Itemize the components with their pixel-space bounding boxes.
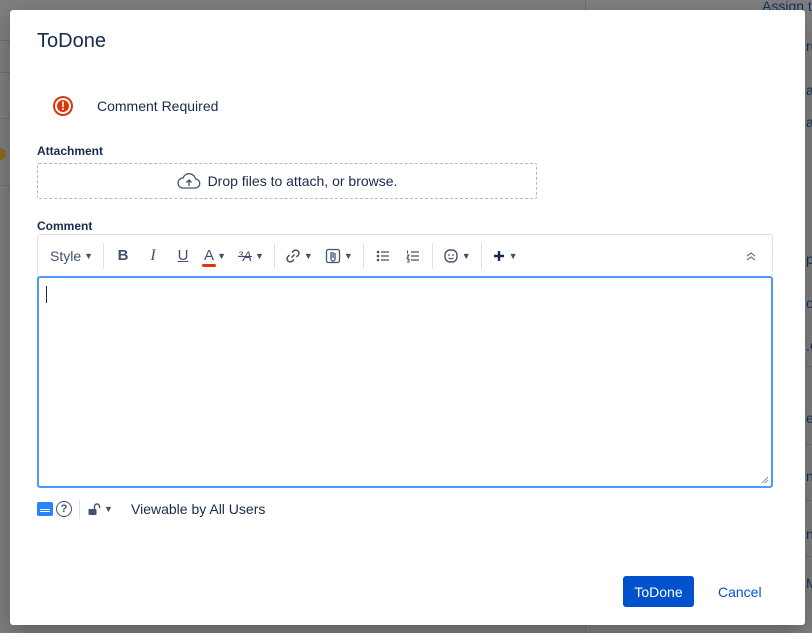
background-link: M — [806, 575, 812, 591]
comment-textarea[interactable] — [37, 276, 773, 488]
background-link: n — [806, 468, 812, 484]
transition-dialog: ToDone ! Comment Required Attachment Dro… — [10, 10, 805, 625]
background-link: o — [806, 295, 812, 311]
background-link: .C — [806, 338, 812, 354]
unlock-icon — [88, 503, 101, 515]
chevron-down-icon: ▼ — [343, 250, 353, 261]
background-link: a — [806, 82, 812, 98]
paperclip-icon — [325, 248, 340, 263]
style-dropdown[interactable]: Style ▼ — [46, 242, 97, 270]
editor-toolbar: Style ▼ B I U A ▼ ³A ▼ ▼ ▼ ▼ ▼ — [37, 234, 773, 276]
background-divider — [0, 40, 10, 41]
wiki-markup-icon — [37, 502, 53, 516]
dialog-title: ToDone — [37, 30, 106, 52]
todone-submit-button[interactable]: ToDone — [623, 576, 694, 607]
toolbar-separator — [362, 242, 364, 269]
toolbar-separator — [431, 242, 433, 269]
collapse-toolbar-button[interactable] — [738, 242, 764, 270]
double-chevron-up-icon — [746, 251, 756, 260]
background-divider — [806, 444, 812, 445]
error-icon: ! — [53, 96, 73, 116]
toolbar-separator — [480, 242, 482, 269]
background-divider — [0, 185, 10, 186]
text-color-icon: A — [202, 247, 217, 267]
emoji-icon — [444, 248, 458, 263]
bullet-list-button[interactable] — [370, 242, 396, 270]
background-link: p — [806, 251, 812, 267]
numbered-list-button[interactable] — [400, 242, 426, 270]
error-message: ! Comment Required — [53, 96, 218, 116]
text-effects-button[interactable]: ³A ▼ — [234, 242, 268, 270]
toolbar-separator — [273, 242, 275, 269]
chevron-down-icon: ▼ — [84, 250, 94, 261]
attachment-dropzone[interactable]: Drop files to attach, or browse. — [37, 163, 537, 199]
chevron-down-icon: ▼ — [508, 250, 518, 261]
bullet-list-icon — [376, 250, 389, 261]
italic-button[interactable]: I — [140, 242, 166, 270]
chevron-down-icon: ▼ — [217, 250, 226, 261]
comment-label: Comment — [37, 219, 93, 233]
footer-separator — [79, 499, 80, 519]
visibility-label: Viewable by All Users — [131, 501, 266, 517]
background-link: n — [806, 526, 812, 542]
background-link: ru — [806, 38, 812, 54]
attachment-label: Attachment — [37, 144, 104, 158]
emoji-button[interactable]: ▼ — [439, 242, 475, 270]
text-effects-icon: ³A — [237, 247, 252, 264]
comment-footer: ? ▼ Viewable by All Users — [37, 499, 265, 519]
background-divider — [0, 72, 10, 73]
resize-handle-icon[interactable] — [761, 476, 769, 484]
background-link: a — [806, 114, 812, 130]
background-link: e — [806, 410, 812, 426]
error-message-text: Comment Required — [97, 98, 219, 114]
help-button[interactable]: ? — [56, 501, 72, 517]
cancel-button[interactable]: Cancel — [708, 576, 772, 607]
chevron-down-icon: ▼ — [303, 250, 313, 261]
attachment-button[interactable]: ▼ — [321, 242, 357, 270]
comment-editor: Style ▼ B I U A ▼ ³A ▼ ▼ ▼ ▼ ▼ — [37, 234, 773, 490]
background-divider — [806, 366, 812, 367]
link-button[interactable]: ▼ — [281, 242, 317, 270]
underline-button[interactable]: U — [170, 242, 196, 270]
background-divider — [806, 500, 812, 501]
link-icon — [286, 248, 300, 263]
wiki-markup-button[interactable] — [37, 501, 53, 517]
background-divider — [806, 556, 812, 557]
style-dropdown-label: Style — [50, 247, 82, 264]
toolbar-separator — [103, 242, 105, 269]
upload-cloud-icon — [176, 173, 200, 189]
visibility-dropdown[interactable]: ▼ — [86, 501, 114, 517]
numbered-list-icon — [405, 250, 419, 262]
chevron-down-icon: ▼ — [254, 250, 264, 261]
dropzone-text: Drop files to attach, or browse. — [207, 173, 398, 189]
background-divider — [0, 118, 10, 119]
chevron-down-icon: ▼ — [461, 250, 471, 261]
chevron-down-icon: ▼ — [104, 504, 113, 514]
bold-button[interactable]: B — [110, 242, 136, 270]
help-icon: ? — [56, 501, 72, 517]
insert-more-button[interactable]: ▼ — [488, 242, 522, 270]
text-cursor — [46, 286, 47, 303]
plus-icon — [493, 250, 504, 261]
text-color-button[interactable]: A ▼ — [200, 242, 230, 270]
